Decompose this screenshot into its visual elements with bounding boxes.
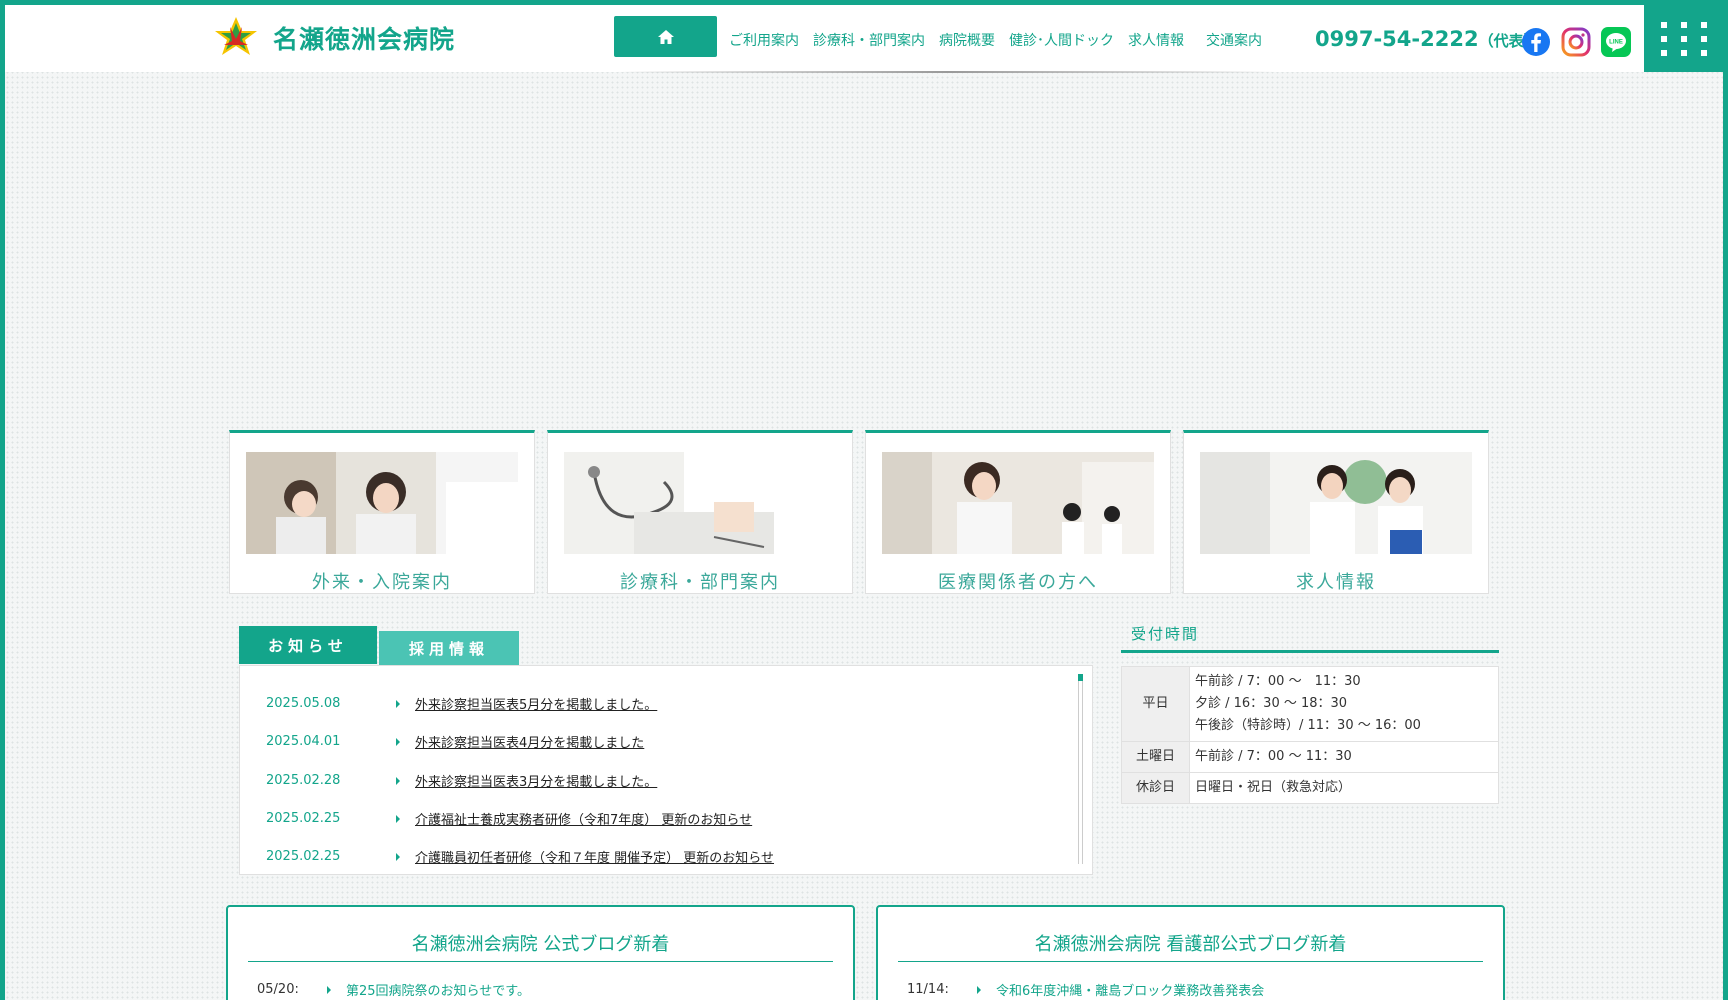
- list-item[interactable]: 2025.02.28 外来診察担当医表3月分を掲載しました。: [266, 771, 657, 790]
- card-outpatient[interactable]: 外来・入院案内: [229, 430, 535, 594]
- news-title[interactable]: 外来診察担当医表5月分を掲載しました。: [415, 694, 657, 713]
- list-item[interactable]: 2025.05.08 外来診察担当医表5月分を掲載しました。: [266, 694, 657, 713]
- hours-label: 土曜日: [1121, 741, 1190, 773]
- list-item[interactable]: 2025.04.01 外来診察担当医表4月分を掲載しました: [266, 732, 644, 751]
- hours-value: 午前診 / 7：00 ～ 11：30 夕診 / 16：30 ～ 18：30 午後…: [1189, 666, 1499, 742]
- recruit-photo: [1200, 452, 1472, 554]
- table-row: 平日 午前診 / 7：00 ～ 11：30 夕診 / 16：30 ～ 18：30…: [1121, 666, 1499, 742]
- site-header: 名瀬徳洲会病院 ご利用案内 診療科・部門案内 病院概要 健診･人間ドック 求人情…: [5, 5, 1723, 73]
- tab-news[interactable]: お知らせ: [239, 626, 377, 664]
- phone-digits: 0997-54-2222: [1315, 27, 1479, 51]
- arrow-right-icon: [396, 737, 400, 746]
- instagram-icon[interactable]: [1561, 27, 1591, 57]
- news-title[interactable]: 外来診察担当医表3月分を掲載しました。: [415, 771, 657, 790]
- news-list[interactable]: 2025.05.08 外来診察担当医表5月分を掲載しました。 2025.04.0…: [239, 665, 1093, 875]
- hours-label: 休診日: [1121, 772, 1190, 804]
- card-label: 診療科・部門案内: [620, 572, 780, 593]
- card-image: [564, 452, 836, 554]
- reception-hours: 受付時間 平日 午前診 / 7：00 ～ 11：30 夕診 / 16：30 ～ …: [1121, 623, 1499, 804]
- tab-recruit-info[interactable]: 採用情報: [379, 631, 519, 665]
- hours-table: 平日 午前診 / 7：00 ～ 11：30 夕診 / 16：30 ～ 18：30…: [1121, 666, 1499, 804]
- news-date: 2025.05.08: [266, 696, 341, 711]
- facebook-icon[interactable]: [1521, 27, 1551, 57]
- medical-professionals-photo: [882, 452, 1154, 554]
- arrow-right-icon: [396, 852, 400, 861]
- site-name: 名瀬徳洲会病院: [273, 25, 456, 54]
- blog-title[interactable]: 名瀬徳洲会病院 看護部公式ブログ新着: [898, 930, 1483, 962]
- blog-date: 05/20:: [257, 982, 299, 997]
- news-date: 2025.02.25: [266, 849, 341, 864]
- card-image: [882, 452, 1154, 554]
- card-label: 外来・入院案内: [312, 572, 452, 593]
- hours-label: 平日: [1121, 666, 1190, 742]
- card-departments[interactable]: 診療科・部門案内: [547, 430, 853, 594]
- news-tabs: お知らせ 採用情報: [239, 626, 1093, 665]
- svg-text:LINE: LINE: [1609, 40, 1623, 46]
- line-icon[interactable]: LINE: [1601, 27, 1631, 57]
- news-scrollbar[interactable]: [1078, 674, 1083, 864]
- hospital-logo-icon: [215, 17, 257, 55]
- news-scroll-thumb[interactable]: [1078, 674, 1083, 681]
- hours-value: 日曜日・祝日（救急対応）: [1189, 772, 1499, 804]
- hours-line: 午後診（特診時）/ 11：30 ～ 16：00: [1195, 718, 1421, 733]
- blog-entry[interactable]: 第25回病院祭のお知らせです。: [346, 980, 530, 999]
- news-title[interactable]: 外来診察担当医表4月分を掲載しました: [415, 732, 644, 751]
- news-date: 2025.04.01: [266, 734, 341, 749]
- main-nav: ご利用案内 診療科・部門案内 病院概要 健診･人間ドック 求人情報 交通案内: [729, 30, 1276, 50]
- card-image: [1200, 452, 1472, 554]
- feature-cards: 外来・入院案内 診療科・部門案内 医療関係者の方へ 求人情報: [229, 430, 1501, 594]
- site-logo[interactable]: 名瀬徳洲会病院: [213, 15, 455, 61]
- list-item[interactable]: 11/14: 令和6年度沖縄・離島ブロック業務改善発表会: [907, 980, 1264, 999]
- hours-line: 夕診 / 16：30 ～ 18：30: [1195, 696, 1348, 711]
- arrow-right-icon: [396, 776, 400, 785]
- news-title[interactable]: 介護福祉士養成実務者研修（令和7年度） 更新のお知らせ: [415, 809, 752, 828]
- list-item[interactable]: 2025.02.25 介護職員初任者研修（令和７年度 開催予定） 更新のお知らせ: [266, 847, 774, 866]
- blog-date: 11/14:: [907, 982, 949, 997]
- blog-entry[interactable]: 令和6年度沖縄・離島ブロック業務改善発表会: [996, 980, 1264, 999]
- news-section: お知らせ 採用情報 2025.05.08 外来診察担当医表5月分を掲載しました。…: [239, 626, 1093, 875]
- grid-menu-icon: [1660, 21, 1707, 56]
- hours-title: 受付時間: [1121, 623, 1499, 653]
- hours-value: 午前診 / 7：00 ～ 11：30: [1189, 741, 1499, 773]
- nav-item-checkup[interactable]: 健診･人間ドック: [1009, 30, 1114, 50]
- home-icon: [657, 29, 674, 44]
- card-image: [246, 452, 518, 554]
- departments-photo: [564, 452, 836, 554]
- blog-panel-official: 名瀬徳洲会病院 公式ブログ新着 05/20: 第25回病院祭のお知らせです。: [226, 905, 855, 1000]
- nav-underline: [617, 71, 1277, 73]
- arrow-right-icon: [396, 699, 400, 708]
- hours-line: 午前診 / 7：00 ～ 11：30: [1195, 674, 1361, 689]
- phone-number[interactable]: 0997-54-2222（代表）: [1315, 27, 1539, 51]
- nav-home-button[interactable]: [614, 16, 717, 57]
- blog-title[interactable]: 名瀬徳洲会病院 公式ブログ新着: [248, 930, 833, 962]
- blog-panel-nursing: 名瀬徳洲会病院 看護部公式ブログ新着 11/14: 令和6年度沖縄・離島ブロック…: [876, 905, 1505, 1000]
- nav-item-overview[interactable]: 病院概要: [939, 30, 995, 50]
- list-item[interactable]: 05/20: 第25回病院祭のお知らせです。: [257, 980, 530, 999]
- card-medical-professionals[interactable]: 医療関係者の方へ: [865, 430, 1171, 594]
- table-row: 土曜日 午前診 / 7：00 ～ 11：30: [1121, 741, 1499, 773]
- news-date: 2025.02.28: [266, 773, 341, 788]
- nav-item-recruit[interactable]: 求人情報: [1128, 30, 1184, 50]
- menu-button[interactable]: [1644, 5, 1723, 72]
- card-recruit[interactable]: 求人情報: [1183, 430, 1489, 594]
- arrow-right-icon: [977, 985, 981, 994]
- list-item[interactable]: 2025.02.25 介護福祉士養成実務者研修（令和7年度） 更新のお知らせ: [266, 809, 752, 828]
- arrow-right-icon: [396, 814, 400, 823]
- nav-item-guide[interactable]: ご利用案内: [729, 30, 799, 50]
- card-label: 求人情報: [1296, 572, 1376, 593]
- card-label: 医療関係者の方へ: [938, 572, 1098, 593]
- table-row: 休診日 日曜日・祝日（救急対応）: [1121, 772, 1499, 804]
- news-date: 2025.02.25: [266, 811, 341, 826]
- nav-item-departments[interactable]: 診療科・部門案内: [813, 30, 925, 50]
- outpatient-photo: [246, 452, 518, 554]
- arrow-right-icon: [327, 985, 331, 994]
- news-title[interactable]: 介護職員初任者研修（令和７年度 開催予定） 更新のお知らせ: [415, 847, 774, 866]
- nav-item-access[interactable]: 交通案内: [1206, 30, 1262, 50]
